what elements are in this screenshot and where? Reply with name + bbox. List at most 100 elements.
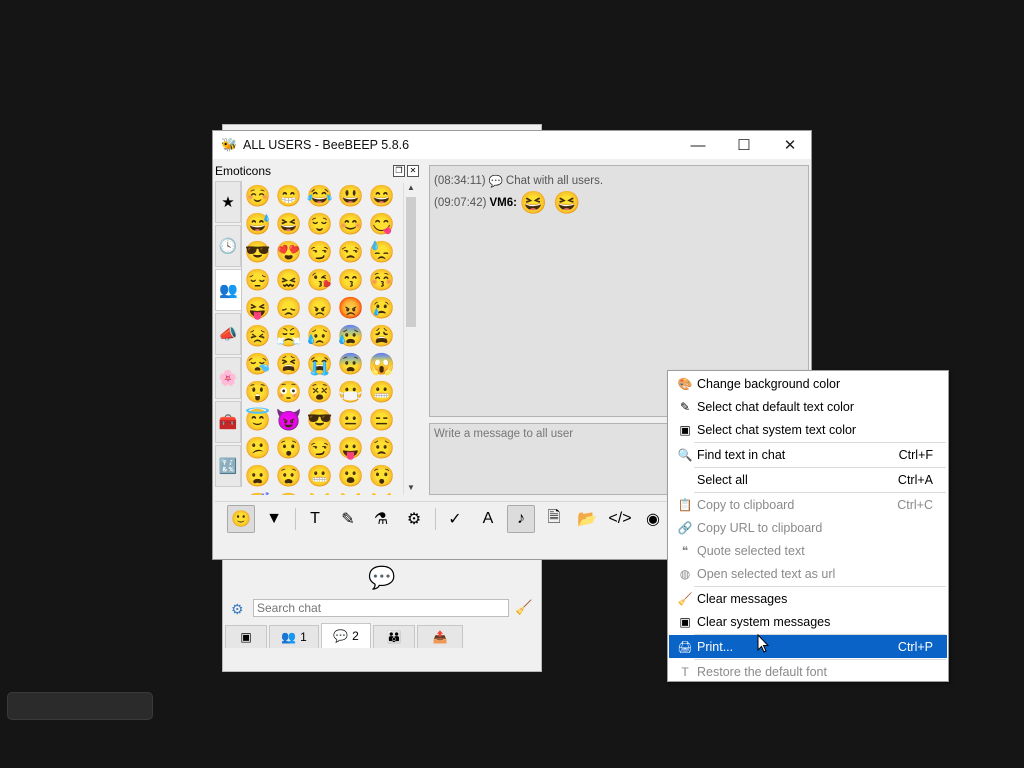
menu-item-copy-url-to-clipboard[interactable]: 🔗 Copy URL to clipboard (669, 516, 947, 539)
emoticon-cell[interactable]: 😰 (336, 323, 366, 349)
menu-item-clear-system-messages[interactable]: ▣ Clear system messages (669, 610, 947, 633)
screenshot-button[interactable]: ◉ (639, 505, 667, 533)
minimize-button[interactable]: — (675, 131, 721, 159)
category-tab-flower[interactable]: 🌸 (215, 357, 241, 399)
category-tab-megaphone[interactable]: 📣 (215, 313, 241, 355)
search-options-icon[interactable]: ⚙ (231, 601, 249, 619)
emoticon-cell[interactable]: 😐 (336, 407, 366, 433)
emoticon-cell[interactable]: 😞 (274, 295, 304, 321)
emoticon-cell[interactable]: 😹 (336, 491, 366, 496)
emoticon-cell[interactable]: 😵 (305, 379, 335, 405)
emoticon-cell[interactable]: 😓 (367, 239, 397, 265)
save-chat-button[interactable]: 🗎 (540, 505, 568, 533)
font-button[interactable]: T (301, 505, 329, 533)
category-tab-people[interactable]: 👥 (215, 269, 241, 311)
scroll-thumb[interactable] (406, 197, 416, 327)
emoticon-cell[interactable]: 😫 (274, 351, 304, 377)
emoticon-cell[interactable]: 😳 (274, 379, 304, 405)
menu-item-open-selected-text-as-url[interactable]: ◍ Open selected text as url (669, 562, 947, 585)
emoticon-cell[interactable]: 😣 (243, 323, 273, 349)
tab-groups[interactable]: 👪 (373, 625, 415, 648)
emoticon-cell[interactable]: 😑 (367, 407, 397, 433)
emoticon-cell[interactable]: 😅 (243, 211, 273, 237)
emoticon-cell[interactable]: 😆 (274, 211, 304, 237)
emoticon-cell[interactable]: 😬 (305, 463, 335, 489)
search-chat-input[interactable] (253, 599, 509, 617)
tab-users[interactable]: 👥 1 (269, 625, 319, 648)
emoticon-cell[interactable]: 😖 (274, 267, 304, 293)
emoticon-cell[interactable]: 😶 (274, 491, 304, 496)
menu-item-select-all[interactable]: Select all Ctrl+A (669, 468, 947, 491)
send-button[interactable]: ▼ (260, 505, 288, 533)
settings-button[interactable]: ⚙ (400, 505, 428, 533)
emoticon-cell[interactable]: 😪 (243, 351, 273, 377)
emoticon-cell[interactable]: 😙 (336, 267, 366, 293)
emoticon-cell[interactable]: 😂 (305, 183, 335, 209)
emoticon-cell[interactable]: 😌 (305, 211, 335, 237)
emoticon-cell[interactable]: 😡 (336, 295, 366, 321)
close-button[interactable]: ✕ (767, 131, 813, 159)
tab-shares[interactable]: 📤 (417, 625, 463, 648)
tab-chats[interactable]: 💬 2 (321, 623, 371, 648)
spellcheck-button[interactable]: ✓ (441, 505, 469, 533)
emoticon-cell[interactable]: 😎 (305, 407, 335, 433)
menu-item-select-chat-system-text-color[interactable]: ▣ Select chat system text color (669, 418, 947, 441)
emoticon-cell[interactable]: 😏 (305, 239, 335, 265)
emoticon-cell[interactable]: 😱 (367, 351, 397, 377)
emoticon-cell[interactable]: 😒 (336, 239, 366, 265)
emoticon-scrollbar[interactable]: ▲ ▼ (403, 183, 418, 495)
menu-item-copy-to-clipboard[interactable]: 📋 Copy to clipboard Ctrl+C (669, 493, 947, 516)
category-tab-star[interactable]: ★ (215, 181, 241, 223)
menu-item-restore-the-default-font[interactable]: T Restore the default font (669, 660, 947, 683)
emoticon-cell[interactable]: 😴 (243, 491, 273, 496)
emoticon-cell[interactable]: 😋 (367, 211, 397, 237)
scroll-up-arrow-icon[interactable]: ▲ (404, 183, 418, 195)
emoticon-cell[interactable]: 😚 (367, 267, 397, 293)
emoticon-cell[interactable]: 😇 (243, 407, 273, 433)
emoticon-cell[interactable]: 😲 (243, 379, 273, 405)
scroll-down-arrow-icon[interactable]: ▼ (404, 483, 418, 495)
tab-user-list[interactable]: ▣ (225, 625, 267, 648)
float-panel-button[interactable]: ❐ (393, 165, 405, 177)
menu-item-change-background-color[interactable]: 🎨 Change background color (669, 372, 947, 395)
emoticon-cell[interactable]: 😧 (274, 463, 304, 489)
emoticon-cell[interactable]: 😃 (336, 183, 366, 209)
emoticon-cell[interactable]: 😬 (367, 379, 397, 405)
filter-button[interactable]: ⚗ (367, 505, 395, 533)
menu-item-quote-selected-text[interactable]: ❝ Quote selected text (669, 539, 947, 562)
emoticon-cell[interactable]: 😯 (274, 435, 304, 461)
html-button[interactable]: </> (606, 505, 634, 533)
color-button[interactable]: ✎ (334, 505, 362, 533)
emoticon-cell[interactable]: 😍 (274, 239, 304, 265)
menu-item-clear-messages[interactable]: 🧹 Clear messages (669, 587, 947, 610)
emoticon-cell[interactable]: ☺️ (243, 183, 273, 209)
emoticon-cell[interactable]: 😨 (336, 351, 366, 377)
close-panel-button[interactable]: ✕ (407, 165, 419, 177)
emoticon-cell[interactable]: 😄 (367, 183, 397, 209)
menu-item-find-text-in-chat[interactable]: 🔍 Find text in chat Ctrl+F (669, 443, 947, 466)
emoticon-cell[interactable]: 😼 (367, 491, 397, 496)
emoticon-cell[interactable]: 😟 (367, 435, 397, 461)
emoticon-cell[interactable]: 😦 (243, 463, 273, 489)
maximize-button[interactable]: ☐ (721, 131, 767, 159)
send-file-button[interactable]: 📂 (573, 505, 601, 533)
sound-button[interactable]: ♪ (507, 505, 535, 533)
category-tab-symbols[interactable]: 🔣 (215, 445, 241, 487)
emoticon-cell[interactable]: 😈 (274, 407, 304, 433)
emoticon-cell[interactable]: 😔 (243, 267, 273, 293)
emoticon-cell[interactable]: 😏 (305, 435, 335, 461)
emoticon-cell[interactable]: 😥 (305, 323, 335, 349)
emoticon-cell[interactable]: 😭 (305, 351, 335, 377)
emoticon-cell[interactable]: 😤 (274, 323, 304, 349)
clear-search-icon[interactable]: 🧹 (515, 599, 535, 619)
menu-item-print[interactable]: 🖨 Print... Ctrl+P (669, 635, 947, 658)
completer-button[interactable]: A (474, 505, 502, 533)
category-tab-clock[interactable]: 🕓 (215, 225, 241, 267)
emoticon-cell[interactable]: 😘 (305, 267, 335, 293)
emoticon-cell[interactable]: 😝 (243, 295, 273, 321)
emoticon-cell[interactable]: 😛 (336, 435, 366, 461)
emoticon-cell[interactable]: 😊 (336, 211, 366, 237)
emoticon-cell[interactable]: 😷 (336, 379, 366, 405)
emoticon-cell[interactable]: 😠 (305, 295, 335, 321)
emoticon-cell[interactable]: 😁 (274, 183, 304, 209)
